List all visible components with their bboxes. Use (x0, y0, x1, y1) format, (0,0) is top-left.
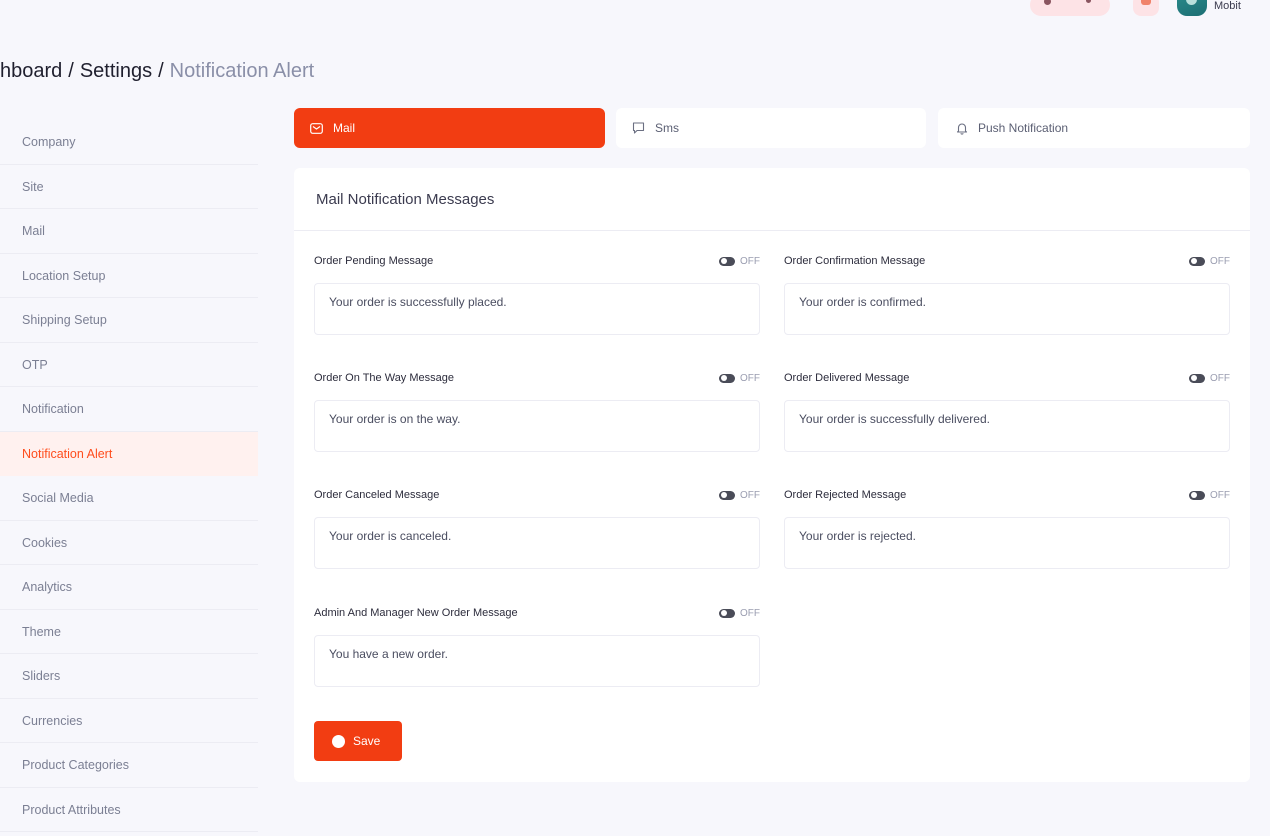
sidebar-item-location-setup[interactable]: Location Setup (0, 254, 258, 298)
field-order-pending: Order Pending Message OFF Your order is … (314, 251, 760, 335)
tab-sms[interactable]: Sms (616, 108, 926, 148)
sidebar-item-otp[interactable]: OTP (0, 343, 258, 387)
field-label: Order Delivered Message (784, 372, 910, 384)
tab-push-notification[interactable]: Push Notification (938, 108, 1250, 148)
toggle-status-text: OFF (1210, 489, 1230, 501)
breadcrumb-separator: / (158, 60, 164, 82)
sidebar-item-company[interactable]: Company (0, 120, 258, 165)
tab-sms-label: Sms (655, 121, 679, 135)
avatar[interactable] (1177, 0, 1207, 16)
status-toggle[interactable] (1189, 490, 1205, 500)
status-toggle[interactable] (1189, 256, 1205, 266)
field-label: Order Canceled Message (314, 489, 440, 501)
chevron-down-icon (1086, 0, 1091, 3)
status-toggle[interactable] (1189, 373, 1205, 383)
mail-icon (310, 122, 323, 134)
tab-mail[interactable]: Mail (294, 108, 605, 148)
message-input[interactable]: Your order is on the way. (314, 400, 760, 452)
notification-icon (1141, 0, 1151, 5)
toggle-status-text: OFF (740, 372, 760, 384)
message-input[interactable]: Your order is successfully placed. (314, 283, 760, 335)
field-label: Order Confirmation Message (784, 255, 926, 267)
sidebar-item-shipping-setup[interactable]: Shipping Setup (0, 298, 258, 343)
save-button[interactable]: Save (314, 721, 402, 761)
notification-button[interactable] (1133, 0, 1159, 16)
sidebar-item-currencies[interactable]: Currencies (0, 699, 258, 743)
sidebar-item-site[interactable]: Site (0, 165, 258, 209)
message-input[interactable]: Your order is canceled. (314, 517, 760, 569)
field-label: Order On The Way Message (314, 372, 454, 384)
toggle-status-text: OFF (740, 489, 760, 501)
message-input[interactable]: Your order is rejected. (784, 517, 1230, 569)
save-button-label: Save (353, 734, 381, 748)
top-bar: Mobit (0, 0, 1270, 22)
field-order-canceled: Order Canceled Message OFF Your order is… (314, 485, 760, 569)
tab-mail-label: Mail (333, 121, 356, 135)
sidebar-item-social-media[interactable]: Social Media (0, 476, 258, 521)
field-order-on-the-way: Order On The Way Message OFF Your order … (314, 368, 760, 452)
sidebar-item-analytics[interactable]: Analytics (0, 565, 258, 610)
bell-icon (956, 122, 968, 135)
card-title: Mail Notification Messages (294, 168, 1250, 231)
sidebar-item-sliders[interactable]: Sliders (0, 654, 258, 699)
field-order-rejected: Order Rejected Message OFF Your order is… (784, 485, 1230, 569)
toggle-status-text: OFF (1210, 372, 1230, 384)
username[interactable]: Mobit (1214, 0, 1241, 12)
breadcrumb-current: Notification Alert (169, 60, 315, 82)
toggle-status-text: OFF (740, 255, 760, 267)
field-order-delivered: Order Delivered Message OFF Your order i… (784, 368, 1230, 452)
toggle-status-text: OFF (740, 607, 760, 619)
sidebar-item-mail[interactable]: Mail (0, 209, 258, 254)
message-input[interactable]: You have a new order. (314, 635, 760, 687)
notification-tabs: Mail Sms Push Notification (294, 108, 1250, 148)
breadcrumb-separator: / (68, 60, 74, 82)
status-toggle[interactable] (719, 608, 735, 618)
sidebar-item-notification-alert[interactable]: Notification Alert (0, 431, 258, 476)
sidebar-item-theme[interactable]: Theme (0, 610, 258, 654)
toggle-status-text: OFF (1210, 255, 1230, 267)
sidebar-item-product-attributes[interactable]: Product Attributes (0, 788, 258, 832)
breadcrumb-dashboard[interactable]: hboard (0, 60, 62, 82)
breadcrumb-settings[interactable]: Settings (80, 60, 152, 82)
message-input[interactable]: Your order is confirmed. (784, 283, 1230, 335)
status-toggle[interactable] (719, 490, 735, 500)
mail-notification-card: Mail Notification Messages Order Pending… (294, 168, 1250, 782)
sidebar-item-cookies[interactable]: Cookies (0, 521, 258, 565)
field-label: Order Rejected Message (784, 489, 907, 501)
status-toggle[interactable] (719, 256, 735, 266)
save-icon (332, 734, 345, 748)
language-switcher[interactable] (1030, 0, 1110, 16)
sms-icon (632, 122, 645, 134)
field-admin-manager-new-order: Admin And Manager New Order Message OFF … (314, 603, 760, 687)
breadcrumb: hboard / Settings / Notification Alert (0, 60, 314, 83)
field-order-confirmation: Order Confirmation Message OFF Your orde… (784, 251, 1230, 335)
status-toggle[interactable] (719, 373, 735, 383)
tab-push-label: Push Notification (978, 121, 1069, 135)
field-label: Admin And Manager New Order Message (314, 607, 518, 619)
message-input[interactable]: Your order is successfully delivered. (784, 400, 1230, 452)
field-label: Order Pending Message (314, 255, 434, 267)
flag-icon (1044, 0, 1051, 5)
sidebar-item-product-categories[interactable]: Product Categories (0, 743, 258, 788)
settings-sidebar: Company Site Mail Location Setup Shippin… (0, 120, 258, 832)
sidebar-item-notification[interactable]: Notification (0, 387, 258, 432)
